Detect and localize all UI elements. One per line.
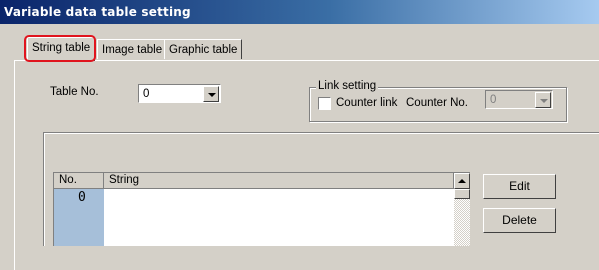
tab-panel	[14, 60, 599, 270]
tab-string-table-label: String table	[32, 42, 91, 54]
window-title: Variable data table setting	[4, 5, 191, 19]
tab-graphic-table[interactable]: Graphic table	[164, 39, 243, 59]
tab-image-table[interactable]: Image table	[97, 39, 168, 59]
tab-graphic-table-label: Graphic table	[169, 44, 238, 56]
tab-control: String table Image table Graphic table	[0, 24, 599, 270]
title-bar: Variable data table setting	[0, 0, 599, 24]
tab-image-table-label: Image table	[102, 44, 163, 56]
tab-string-table[interactable]: String table	[27, 37, 96, 61]
